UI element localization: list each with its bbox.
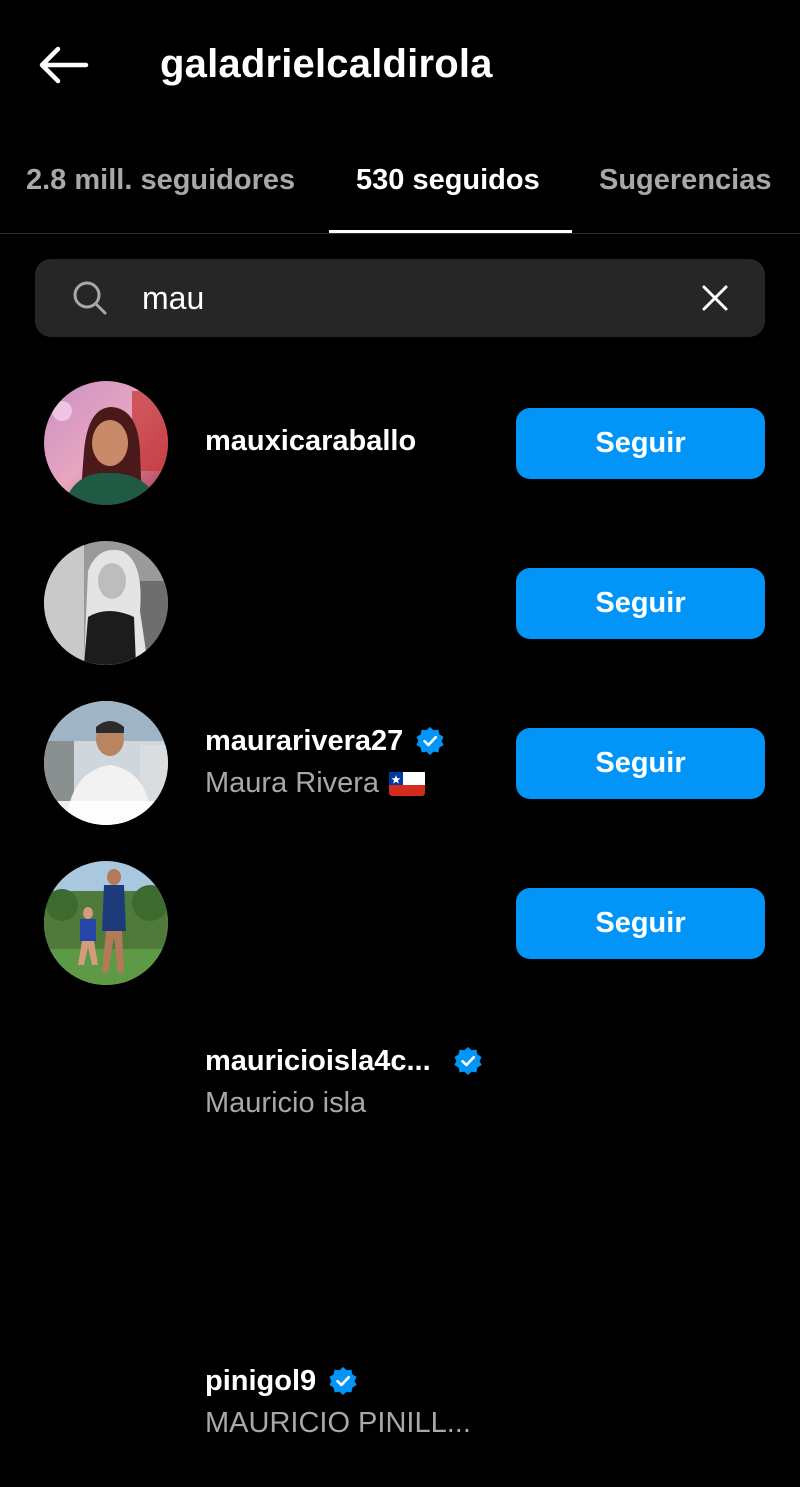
username-line: mauricioisla4c... — [205, 1042, 483, 1080]
page-title: galadrielcaldirola — [160, 42, 493, 86]
follow-button[interactable]: Seguir — [516, 888, 765, 959]
search-input[interactable] — [142, 270, 662, 326]
tab-suggestions[interactable]: Sugerencias — [599, 160, 771, 200]
follow-button[interactable]: Seguir — [516, 408, 765, 479]
tab-following[interactable]: 530 seguidos — [356, 160, 540, 200]
close-icon — [702, 285, 728, 311]
list-item[interactable]: pinigol9 MAURICIO PINILL... Seguir — [0, 860, 800, 1439]
follow-button[interactable]: Seguir — [516, 568, 765, 639]
avatar[interactable] — [44, 381, 168, 505]
username-line: pinigol9 — [205, 1362, 358, 1400]
following-screen: galadrielcaldirola 2.8 mill. seguidores … — [0, 0, 800, 1487]
list-item[interactable]: maurarivera27 Maura Rivera Seguir — [0, 540, 800, 799]
full-name-text: MAURICIO PINILL... — [205, 1407, 471, 1439]
username[interactable]: mauxicaraballo — [205, 422, 416, 460]
username[interactable]: pinigol9 — [205, 1362, 316, 1400]
verified-badge-icon — [329, 1367, 357, 1395]
arrow-left-icon — [39, 46, 89, 84]
active-tab-indicator — [329, 230, 572, 233]
tab-bar: 2.8 mill. seguidores 530 seguidos Sugere… — [0, 130, 800, 234]
follow-button[interactable]: Seguir — [516, 728, 765, 799]
username[interactable]: mauricioisla4c... — [205, 1042, 431, 1080]
tab-followers[interactable]: 2.8 mill. seguidores — [26, 160, 295, 200]
list-item[interactable]: mauxicaraballo Seguir — [0, 380, 800, 540]
full-name: Mauricio isla — [205, 1084, 366, 1122]
avatar[interactable] — [44, 861, 168, 985]
avatar[interactable] — [44, 541, 168, 665]
top-bar: galadrielcaldirola — [0, 0, 800, 130]
full-name: MAURICIO PINILL... — [205, 1404, 471, 1442]
avatar[interactable] — [44, 701, 168, 825]
search-icon — [73, 281, 107, 315]
list-item[interactable]: mauricioisla4c... Mauricio isla Seguir — [0, 700, 800, 1119]
full-name-text: Mauricio isla — [205, 1087, 367, 1119]
verified-badge-icon — [454, 1047, 482, 1075]
back-button[interactable] — [30, 38, 94, 92]
clear-search-button[interactable] — [695, 278, 735, 318]
results-list: mauxicaraballo Seguir maurarivera27 Maur… — [0, 380, 800, 1439]
username-line: mauxicaraballo — [205, 422, 416, 460]
